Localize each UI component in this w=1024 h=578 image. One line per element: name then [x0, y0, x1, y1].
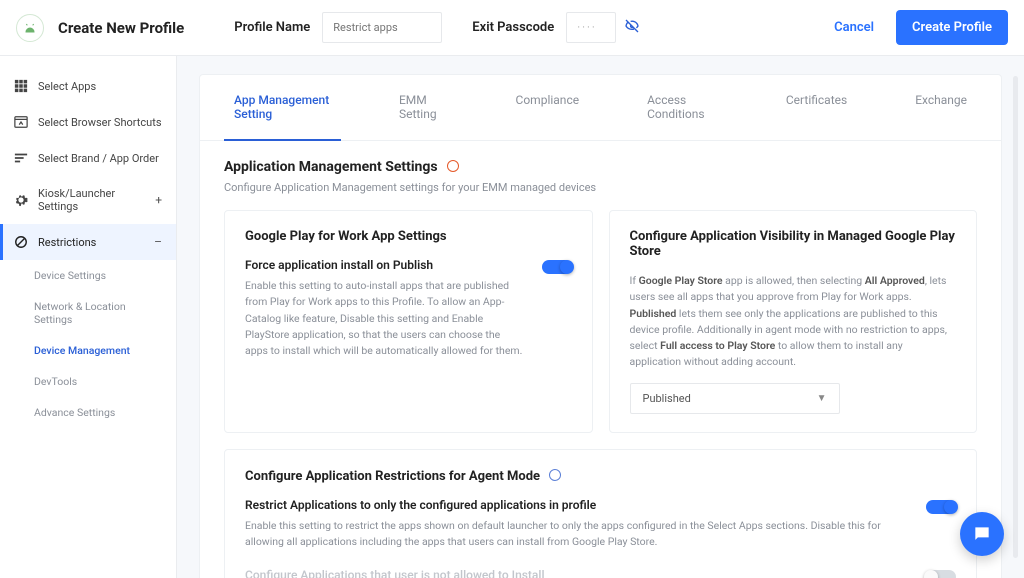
card-title: Configure Application Restrictions for A…	[245, 469, 540, 484]
tab-compliance[interactable]: Compliance	[506, 75, 590, 140]
minus-icon[interactable]: –	[154, 235, 162, 249]
exit-passcode-label: Exit Passcode	[472, 20, 554, 35]
force-install-help: Enable this setting to auto-install apps…	[245, 278, 526, 359]
tab-access[interactable]: Access Conditions	[637, 75, 728, 140]
tab-app-management[interactable]: App Management Setting	[224, 75, 341, 141]
sidebar-sub-devtools[interactable]: DevTools	[0, 366, 176, 397]
chat-fab[interactable]	[960, 512, 1004, 556]
sidebar-sub-advance[interactable]: Advance Settings	[0, 397, 176, 428]
card-title: Configure Application Visibility in Mana…	[630, 229, 957, 259]
header-actions: Cancel Create Profile	[834, 10, 1008, 45]
profile-name-field: Profile Name	[234, 12, 442, 43]
restrict-apps-label: Restrict Applications to only the config…	[245, 498, 910, 512]
browser-icon	[14, 115, 28, 129]
blocked-apps-toggle[interactable]	[926, 570, 956, 578]
info-icon[interactable]	[447, 160, 459, 172]
chat-icon	[972, 524, 992, 544]
card-visibility: Configure Application Visibility in Mana…	[609, 210, 978, 433]
logo	[16, 14, 44, 42]
section-desc: Configure Application Management setting…	[224, 181, 977, 194]
sidebar-item-restrictions[interactable]: Restrictions –	[0, 224, 176, 260]
panel: App Management Setting EMM Setting Compl…	[199, 74, 1002, 578]
card-agent-mode: Configure Application Restrictions for A…	[224, 449, 977, 578]
select-value: Published	[643, 392, 691, 405]
sidebar-item-label: Select Brand / App Order	[38, 152, 159, 165]
tab-certificates[interactable]: Certificates	[776, 75, 857, 140]
visibility-select[interactable]: Published ▼	[630, 383, 840, 414]
sidebar-sub-device-management[interactable]: Device Management	[0, 335, 176, 366]
main-content: App Management Setting EMM Setting Compl…	[177, 56, 1024, 578]
sidebar-item-kiosk[interactable]: Kiosk/Launcher Settings +	[0, 176, 176, 224]
cancel-button[interactable]: Cancel	[834, 20, 874, 35]
tab-exchange[interactable]: Exchange	[905, 75, 977, 140]
page-title: Create New Profile	[58, 19, 184, 37]
exit-passcode-field: Exit Passcode	[472, 12, 640, 43]
tabs: App Management Setting EMM Setting Compl…	[200, 75, 1001, 141]
card-play-for-work: Google Play for Work App Settings Force …	[224, 210, 593, 433]
create-profile-button[interactable]: Create Profile	[896, 10, 1008, 45]
tab-emm[interactable]: EMM Setting	[389, 75, 458, 140]
sidebar-item-browser-shortcuts[interactable]: Select Browser Shortcuts	[0, 104, 176, 140]
sidebar-sub-network[interactable]: Network & Location Settings	[0, 291, 176, 335]
blocked-apps-label: Configure Applications that user is not …	[245, 568, 910, 578]
plus-icon[interactable]: +	[155, 193, 162, 207]
sidebar-item-brand-order[interactable]: Select Brand / App Order	[0, 140, 176, 176]
section: Application Management Settings Configur…	[200, 141, 1001, 578]
agent-icon	[549, 469, 561, 481]
sidebar-item-label: Kiosk/Launcher Settings	[38, 187, 145, 213]
restrict-apps-toggle[interactable]	[926, 500, 956, 514]
sidebar-item-select-apps[interactable]: Select Apps	[0, 68, 176, 104]
force-install-label: Force application install on Publish	[245, 258, 526, 272]
apps-icon	[14, 79, 28, 93]
exit-passcode-input[interactable]	[566, 12, 616, 43]
block-icon	[14, 235, 28, 249]
sidebar-item-label: Select Browser Shortcuts	[38, 116, 162, 129]
sidebar-sub-device-settings[interactable]: Device Settings	[0, 260, 176, 291]
card-title: Google Play for Work App Settings	[245, 229, 572, 244]
restrict-apps-help: Enable this setting to restrict the apps…	[245, 518, 910, 551]
header: Create New Profile Profile Name Exit Pas…	[0, 0, 1024, 56]
profile-name-label: Profile Name	[234, 20, 310, 35]
scrollbar[interactable]	[1013, 76, 1018, 558]
sidebar-item-label: Restrictions	[38, 236, 96, 249]
force-install-toggle[interactable]	[542, 260, 572, 274]
sidebar-item-label: Select Apps	[38, 80, 96, 93]
sort-icon	[14, 151, 28, 165]
visibility-toggle-icon[interactable]	[624, 18, 640, 38]
profile-name-input[interactable]	[322, 12, 442, 43]
section-title: Application Management Settings	[224, 159, 438, 175]
caret-down-icon: ▼	[817, 393, 827, 404]
gear-icon	[14, 193, 28, 207]
visibility-description: If Google Play Store app is allowed, the…	[630, 273, 957, 371]
sidebar: Select Apps Select Browser Shortcuts Sel…	[0, 56, 177, 578]
